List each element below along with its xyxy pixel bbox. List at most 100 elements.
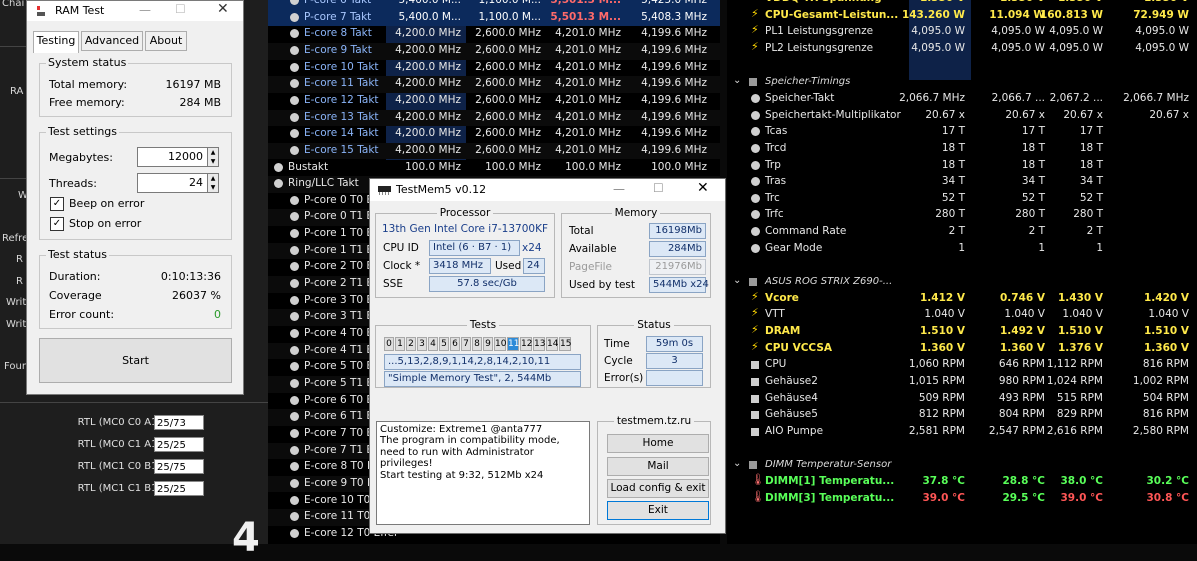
sensor-row[interactable]: E-core 9 Takt 4,200.0 MHz 2,600.0 MHz 4,201… [268,42,720,60]
sensor-row[interactable]: ⚡ Vcore 1.412 V 0.746 V 1.430 V 1.420 V [727,290,1197,308]
log-line: Start testing at 9:32, 512Mb x24 [380,469,544,481]
sensor-group-header[interactable]: ⌄ Speicher-Timings [727,74,1197,91]
sensor-row[interactable]: ⚡ PL1 Leistungsgrenze 4,095.0 W 4,095.0 W 4,… [727,23,1197,41]
chevron-down-icon[interactable]: ⌄ [733,458,741,469]
sensor-row[interactable]: 🌡 DIMM[3] Temperatu... 39.0 °C 29.5 °C 39.0 … [727,490,1197,508]
megabytes-input[interactable]: 12000 [137,147,208,167]
threads-input[interactable]: 24 [137,173,208,193]
sensor-value: 4,095.0 W [1135,41,1189,54]
sensor-row[interactable]: Gehäuse2 1,015 RPM 980 RPM 1,024 RPM 1,002 R… [727,374,1197,391]
sensor-name: Gehäuse4 [765,391,818,404]
sensor-group-header[interactable]: ⌄ ASUS ROG STRIX Z690-... [727,274,1197,291]
sensor-value: 1.420 V [1144,291,1189,304]
sensor-row[interactable]: E-core 14 Takt 4,200.0 MHz 2,600.0 MHz 4,20… [268,126,720,143]
megabytes-stepper[interactable]: ▲ ▼ [207,147,219,167]
sensor-value: 1.360 V [1144,341,1189,354]
sensor-name: DRAM [765,325,801,337]
sensor-row[interactable]: E-core 8 Takt 4,200.0 MHz 2,600.0 MHz 4,201… [268,26,720,43]
chevron-down-icon[interactable]: ⌄ [733,275,741,286]
sensor-value: 72.949 W [1133,8,1189,21]
sensor-row[interactable]: P-core 6 Takt 5,400.0 M... 1,100.0 M... 5,5… [268,0,720,10]
sensor-group-header[interactable]: ⌄ DIMM Temperatur-Sensor [727,457,1197,474]
sensor-value: 1 [1096,241,1103,254]
sensor-row[interactable]: P-core 7 Takt 5,400.0 M... 1,100.0 M... 5,5… [268,9,720,27]
chevron-down-icon[interactable]: ⌄ [733,75,741,86]
sensor-row[interactable]: E-core 12 Takt 4,200.0 MHz 2,600.0 MHz 4,20… [268,93,720,110]
test-cell: 10 [494,337,507,351]
sensor-row[interactable]: 🌡 DIMM[1] Temperatu... 37.8 °C 28.8 °C 38.0 … [727,472,1197,491]
exit-button[interactable]: Exit [607,501,709,520]
tab-advanced[interactable]: Advanced [81,31,143,51]
tab-about[interactable]: About [145,31,187,51]
sensor-row[interactable]: E-core 11 Takt 4,200.0 MHz 2,600.0 MHz 4,20… [268,76,720,93]
rtl-value-field[interactable]: 25/73 [154,415,204,430]
duration-value: 0:10:13:36 [160,270,221,283]
rtl-value-field[interactable]: 25/25 [154,437,204,452]
sensor-row [727,257,1197,274]
mail-button[interactable]: Mail [607,457,709,476]
sensor-row[interactable]: ⚡ VTT 1.040 V 1.040 V 1.040 V 1.040 V [727,306,1197,324]
sensor-row[interactable]: Command Rate 2 T2 T2 T [727,224,1197,241]
status-group: Status Time 59m 0s Cycle 3 Error(s) [597,319,711,388]
test-cell: 13 [533,337,546,351]
stop-on-error-checkbox[interactable]: ✓ [50,217,64,231]
pagefile-label: PageFile [569,261,612,273]
sensor-row[interactable]: Trp 18 T 18 T 18 T [727,158,1197,175]
close-icon[interactable]: ✕ [217,1,229,17]
sensor-value: 4,199.6 MHz [641,93,707,106]
close-icon[interactable]: ✕ [697,180,709,196]
maximize-icon[interactable]: ☐ [653,181,664,195]
clock-label: Clock * [383,260,421,272]
testmem5-title-bar[interactable]: TestMem5 v0.12 — ☐ ✕ [370,179,725,201]
sensor-value: 812 RPM [918,408,965,421]
sensor-row[interactable]: Gehäuse4 509 RPM 493 RPM 515 RPM 504 RPM [727,391,1197,408]
maximize-icon[interactable]: ☐ [175,2,186,16]
sensor-row[interactable]: E-core 15 Takt 4,200.0 MHz 2,600.0 MHz 4,20… [268,142,720,160]
test-cell: 8 [472,337,482,351]
sensor-value: 4,095.0 W [1135,25,1189,38]
sensor-row[interactable]: CPU 1,060 RPM 646 RPM 1,112 RPM 816 RPM [727,357,1197,374]
sensor-row[interactable]: Gehäuse5 812 RPM 804 RPM 829 RPM 816 RPM [727,407,1197,424]
sensor-name: CPU VCCSA [765,341,833,354]
ramtest-title-bar[interactable]: RAM Test — ☐ ✕ [27,1,243,21]
sensor-row[interactable]: Gear Mode 1 1 1 [727,241,1197,258]
threads-stepper[interactable]: ▲ ▼ [207,173,219,193]
sensor-row[interactable]: ⚡ DRAM 1.510 V 1.492 V 1.510 V 1.510 V [727,323,1197,341]
sensor-row[interactable]: ⚡ PL2 Leistungsgrenze 4,095.0 W 4,095.0 W 4,… [727,40,1197,58]
sensor-row[interactable]: Trcd 18 T 18 T 18 T [727,141,1197,158]
sensor-row[interactable]: Trc 52 T 52 T 52 T [727,191,1197,208]
sensor-row[interactable]: AIO Pumpe 2,581 RPM 2,547 RPM 2,616 RPM 2,58… [727,424,1197,441]
test-cell: 7 [461,337,471,351]
sensor-value: 4,200.0 MHz [395,143,461,156]
sensor-row[interactable]: Tras 34 T 34 T 34 T [727,174,1197,191]
sensor-row[interactable]: Speicher-Takt 2,066.7 MHz 2,066.7 ... 2,067… [727,91,1197,108]
sensor-row[interactable]: Trfc 280 T 280 T 280 T [727,207,1197,224]
sensor-row[interactable]: ⚡VDDQ TX Spannung1.350 V1.350 V1.350 V1.… [727,0,1197,8]
rtl-value-field[interactable]: 25/75 [154,459,204,474]
home-button[interactable]: Home [607,434,709,453]
start-button[interactable]: Start [39,338,232,383]
sensor-row[interactable]: Bustakt 100.0 MHz 100.0 MHz 100.0 MHz 100.0 … [268,160,720,177]
ramtest-window: RAM Test — ☐ ✕ Testing Advanced About Sy… [26,0,244,395]
beep-checkbox[interactable]: ✓ [50,197,64,211]
tab-testing[interactable]: Testing [33,31,79,53]
sensor-row[interactable]: Tcas 17 T 17 T 17 T [727,124,1197,141]
sensor-value: 4,201.0 MHz [555,43,621,56]
sensor-name: Gear Mode [765,241,823,254]
used-label: Used [495,260,522,272]
minimize-icon[interactable]: — [613,182,625,196]
clock-sensor-icon [290,312,299,322]
minimize-icon[interactable]: — [139,3,151,17]
sensor-row[interactable]: ⚡ CPU VCCSA 1.360 V 1.360 V 1.376 V 1.360 V [727,340,1197,358]
sensor-row[interactable]: Speichertakt-Multiplikator 20.67 x 20.67 x… [727,108,1197,125]
edge-label: R [16,276,23,287]
sensor-name: Bustakt [288,160,329,173]
thermometer-icon: 🌡 [751,472,765,486]
test-cell: 9 [483,337,493,351]
rtl-value-field[interactable]: 25/25 [154,481,204,496]
log-textbox[interactable]: Customize: Extreme1 @anta777 The program… [376,421,590,525]
sensor-row[interactable]: E-core 10 Takt 4,200.0 MHz 2,600.0 MHz 4,20… [268,60,720,77]
sensor-row[interactable]: ⚡ CPU-Gesamt-Leistun... 143.260 W 11.094 W1… [727,7,1197,25]
sensor-row[interactable]: E-core 13 Takt 4,200.0 MHz 2,600.0 MHz 4,20… [268,109,720,127]
load-config-exit-button[interactable]: Load config & exit [607,479,709,498]
